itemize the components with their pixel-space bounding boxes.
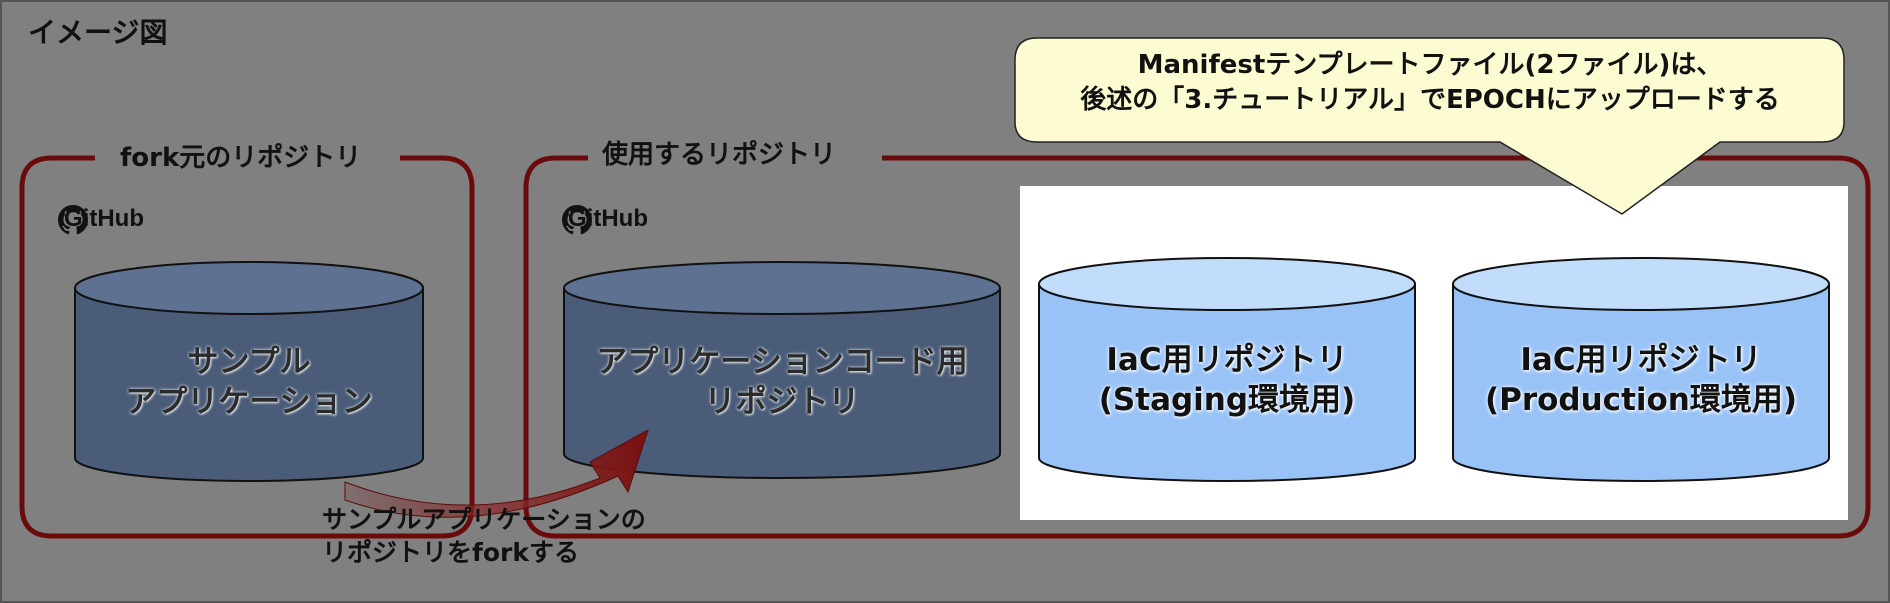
callout-text-line: 後述の「3.チュートリアル」でEPOCHにアップロードする (1080, 85, 1780, 116)
repo-label-line: アプリケーション (125, 384, 373, 421)
repo-label-line: リポジトリ (704, 384, 860, 421)
fork-arrow-label-line: サンプルアプリケーションの (322, 505, 646, 534)
github-badge-used: GitHub (562, 205, 648, 235)
repo-label-line: サンプル (187, 344, 311, 380)
diagram-title: イメージ図 (28, 16, 168, 49)
callout-text: Manifestテンプレートファイル(2ファイル)は、 後述の「3.チュートリア… (1014, 48, 1846, 118)
used-group-label: 使用するリポジトリ (588, 140, 851, 172)
repo-label-iac-staging: IaC用リポジトリ (Staging環境用) (1039, 340, 1415, 421)
repo-label-line: IaC用リポジトリ (1520, 342, 1762, 378)
repo-label-line: IaC用リポジトリ (1106, 342, 1348, 378)
repo-label-line: (Staging環境用) (1098, 382, 1356, 419)
repo-label-line: アプリケーションコード用 (596, 344, 968, 380)
repo-label-app-code: アプリケーションコード用 リポジトリ (564, 342, 1000, 423)
fork-arrow-label-line: リポジトリをforkする (322, 537, 580, 567)
fork-source-group-label: fork元のリポジトリ (106, 143, 376, 175)
repo-label-sample-app: サンプル アプリケーション (75, 342, 423, 423)
repo-label-line: (Production環境用) (1484, 382, 1798, 419)
diagram-canvas: イメージ図 fork元のリポジトリ 使用するリポジトリ GitHub GitHu… (0, 0, 1890, 603)
callout-text-line: Manifestテンプレートファイル(2ファイル)は、 (1137, 50, 1723, 80)
repo-label-iac-production: IaC用リポジトリ (Production環境用) (1453, 340, 1829, 421)
fork-arrow-label: サンプルアプリケーションの リポジトリをforkする (322, 504, 646, 569)
github-badge-fork-source: GitHub (58, 205, 144, 235)
